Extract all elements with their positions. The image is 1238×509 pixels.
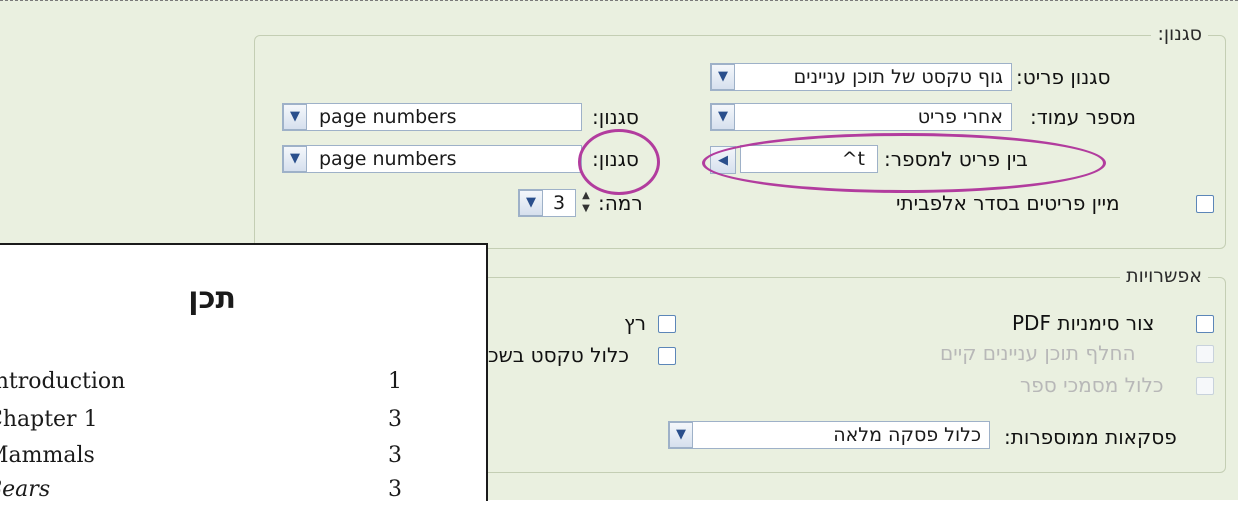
style-group-legend: סגנון: xyxy=(1151,23,1208,45)
toc-preview-title: תכן xyxy=(188,281,236,316)
run-in-checkbox[interactable] xyxy=(658,315,676,333)
toc-entry-page: 3 xyxy=(388,443,402,468)
sort-alphabetically-label[interactable]: מיין פריטים בסדר אלפביתי xyxy=(896,191,1120,215)
include-book-docs-checkbox[interactable] xyxy=(1196,377,1214,395)
between-style-label: סגנון: xyxy=(592,147,639,171)
page-number-label: מספר עמוד: xyxy=(1030,105,1136,129)
chevron-down-icon[interactable]: ▼ xyxy=(711,64,735,90)
toc-entry: Mammals 3 xyxy=(0,443,420,475)
chevron-down-icon[interactable]: ▼ xyxy=(711,104,735,130)
chevron-down-icon[interactable]: ▼ xyxy=(283,104,307,130)
include-book-docs-label[interactable]: כלול מסמכי ספר xyxy=(1020,373,1163,397)
replace-existing-toc-label[interactable]: החלף תוכן עניינים קיים xyxy=(940,341,1136,365)
toc-entry-text: Introduction xyxy=(0,369,126,394)
entry-style-dropdown[interactable]: גוף טקסט של תוכן עניינים ▼ xyxy=(710,63,1012,91)
toc-entry-text: Mammals xyxy=(0,443,95,468)
toc-entry: Bears 3 xyxy=(0,477,420,509)
replace-existing-toc-checkbox[interactable] xyxy=(1196,345,1214,363)
entry-style-value: גוף טקסט של תוכן עניינים xyxy=(793,66,1003,88)
between-entry-number-value: ^t xyxy=(841,148,865,170)
triangle-left-icon[interactable]: ◀ xyxy=(710,146,736,174)
page-number-style-dropdown[interactable]: ▼ page numbers xyxy=(282,103,582,131)
toc-preview: תכן Introduction 1 Chapter 1 3 Mammals 3… xyxy=(0,243,488,502)
chevron-down-icon[interactable]: ▼ xyxy=(283,146,307,172)
include-hidden-text-label[interactable]: כלול טקסט בשכ xyxy=(488,343,629,367)
page-number-style-label: סגנון: xyxy=(592,105,639,129)
sort-alphabetically-checkbox[interactable] xyxy=(1196,195,1214,213)
numbered-paragraphs-dropdown[interactable]: כלול פסקה מלאה ▼ xyxy=(668,421,990,449)
create-pdf-bookmarks-label[interactable]: צור סימניות PDF xyxy=(1012,311,1154,335)
between-style-value: page numbers xyxy=(319,148,457,170)
toc-entry: Introduction 1 xyxy=(0,369,420,401)
include-hidden-text-checkbox[interactable] xyxy=(658,347,676,365)
between-entry-number-label: בין פריט למספר: xyxy=(884,147,1028,171)
chevron-down-icon[interactable]: ▼ xyxy=(669,422,693,448)
options-group-legend: אפשרויות xyxy=(1120,265,1208,287)
page-number-dropdown[interactable]: אחרי פריט ▼ xyxy=(710,103,1012,131)
toc-entry-text: Chapter 1 xyxy=(0,407,98,432)
entry-style-label: סגנון פריט: xyxy=(1016,65,1111,89)
level-dropdown[interactable]: ▼ 3 xyxy=(518,189,576,217)
toc-entry: Chapter 1 3 xyxy=(0,407,420,439)
up-down-arrows-icon[interactable]: ▲ ▼ xyxy=(578,189,594,217)
between-style-dropdown[interactable]: ▼ page numbers xyxy=(282,145,582,173)
toc-entry-page: 1 xyxy=(388,369,402,394)
level-label: רמה: xyxy=(598,191,643,215)
level-value: 3 xyxy=(553,192,566,214)
toc-entry-page: 3 xyxy=(388,477,402,502)
create-pdf-bookmarks-checkbox[interactable] xyxy=(1196,315,1214,333)
between-entry-number-field[interactable]: ^t xyxy=(740,145,878,173)
toc-options-dialog: סגנון: סגנון פריט: גוף טקסט של תוכן עניי… xyxy=(0,0,1238,502)
numbered-paragraphs-value: כלול פסקה מלאה xyxy=(833,424,981,446)
chevron-down-icon[interactable]: ▼ xyxy=(519,190,543,216)
page-number-style-value: page numbers xyxy=(319,106,457,128)
toc-entry-page: 3 xyxy=(388,407,402,432)
numbered-paragraphs-label: פסקאות ממוספרות: xyxy=(1004,425,1177,449)
run-in-label[interactable]: רץ xyxy=(624,311,646,335)
toc-entry-text: Bears xyxy=(0,477,51,502)
page-number-value: אחרי פריט xyxy=(917,106,1003,128)
